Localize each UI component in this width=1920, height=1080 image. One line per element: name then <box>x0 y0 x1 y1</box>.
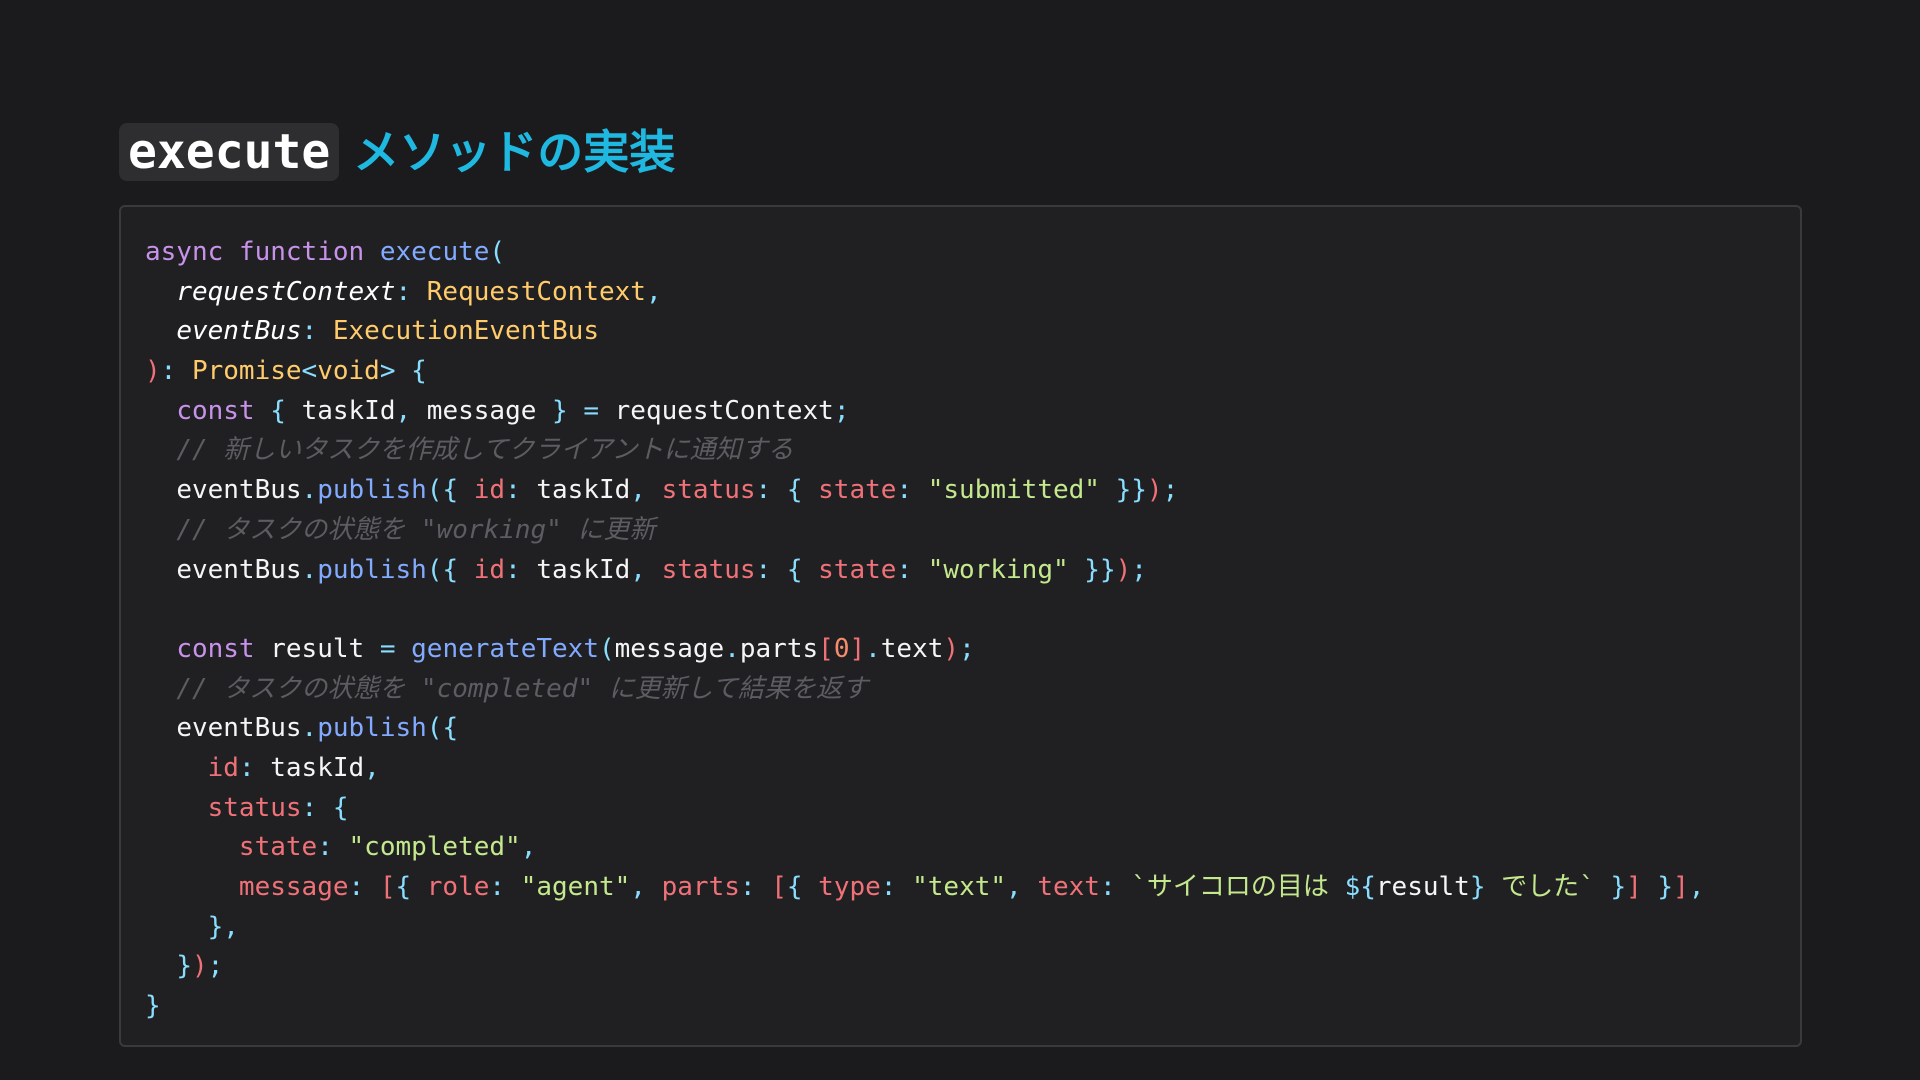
code-line: const { taskId, message } = requestConte… <box>176 395 850 426</box>
code-line: ): Promise<void> { <box>145 356 427 387</box>
code-line: eventBus.publish({ id: taskId, status: {… <box>176 554 1147 585</box>
code-line: ​ <box>145 590 1704 630</box>
code-block: async function execute( requestContext: … <box>119 205 1802 1047</box>
title-text: メソッドの実装 <box>353 125 676 179</box>
code-line: status: { <box>207 792 349 823</box>
slide-title: execute メソッドの実装 <box>119 120 675 184</box>
code-line: state: "completed", <box>238 832 537 863</box>
code-listing: async function execute( requestContext: … <box>145 233 1704 1027</box>
code-line: eventBus: ExecutionEventBus <box>176 316 599 347</box>
code-line: requestContext: RequestContext, <box>176 276 662 307</box>
code-line: eventBus.publish({ <box>176 713 459 744</box>
code-line: id: taskId, <box>207 752 380 783</box>
code-line: const result = generateText(message.part… <box>176 633 975 664</box>
code-line: }, <box>207 911 239 942</box>
code-line: // タスクの状態を "completed" に更新して結果を返す <box>176 673 868 704</box>
code-line: async function execute( <box>145 237 506 267</box>
code-line: } <box>145 991 161 1022</box>
code-line: message: [{ role: "agent", parts: [{ typ… <box>238 872 1705 902</box>
code-line: // タスクの状態を "working" に更新 <box>176 514 656 545</box>
code-line: }); <box>176 951 224 982</box>
code-line: // 新しいタスクを作成してクライアントに通知する <box>176 435 794 466</box>
title-code-keyword: execute <box>119 123 340 181</box>
code-line: eventBus.publish({ id: taskId, status: {… <box>176 475 1179 506</box>
